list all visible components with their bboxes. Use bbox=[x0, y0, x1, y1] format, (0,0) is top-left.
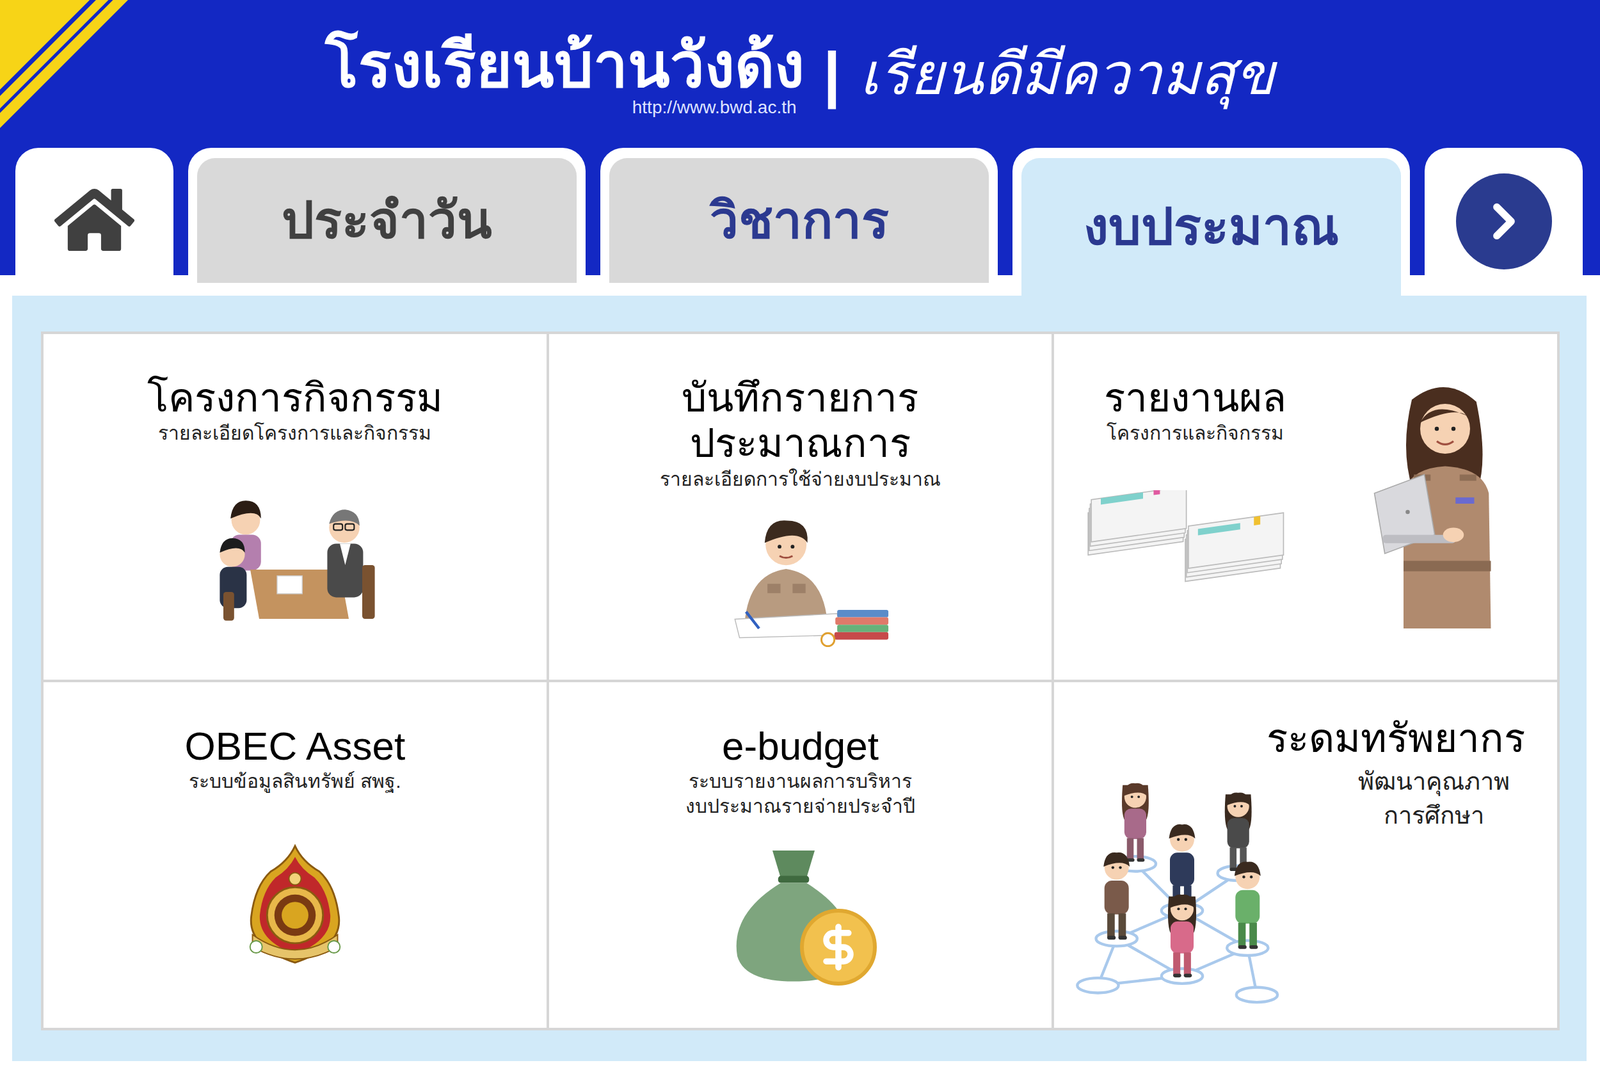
documents-icon bbox=[1079, 490, 1291, 587]
menu-card[interactable]: OBEC Assetระบบข้อมูลสินทรัพย์ สพฐ. bbox=[43, 682, 547, 1028]
separator: | bbox=[823, 43, 841, 105]
card-title: OBEC Asset bbox=[184, 723, 406, 769]
person bbox=[1224, 792, 1252, 872]
content-panel: โครงการกิจกรรมรายละเอียดโครงการและกิจกรร… bbox=[12, 295, 1587, 1062]
page: โรงเรียนบ้านวังด้งhttp://www.bwd.ac.th | เ… bbox=[0, 0, 1600, 1079]
tab[interactable]: งบประมาณ bbox=[1012, 147, 1410, 296]
officer-writing-icon bbox=[697, 509, 903, 649]
money-bag-icon bbox=[723, 843, 877, 991]
chevron-right-icon bbox=[1475, 192, 1533, 251]
slogan: เรียนดีมีความสุข bbox=[859, 45, 1275, 104]
card-title: e-budget bbox=[721, 723, 879, 769]
card-subtitle: พัฒนาคุณภาพ bbox=[1358, 764, 1510, 799]
tab-face: ประจำวัน bbox=[197, 158, 577, 283]
school-url[interactable]: http://www.bwd.ac.th bbox=[632, 98, 797, 117]
menu-card[interactable]: รายงานผลโครงการและกิจกรรม bbox=[1054, 334, 1558, 680]
card-subtitle: การศึกษา bbox=[1383, 798, 1485, 833]
tab-face: งบประมาณ bbox=[1021, 158, 1401, 296]
card-subtitle: งบประมาณรายจ่ายประจำปี bbox=[685, 793, 916, 819]
card-title: ระดมทรัพยากร bbox=[1266, 715, 1526, 761]
menu-card[interactable]: e-budgetระบบรายงานผลการบริหารงบประมาณราย… bbox=[549, 682, 1053, 1028]
home-icon bbox=[54, 179, 135, 260]
card-subtitle: รายละเอียดโครงการและกิจกรรม bbox=[158, 420, 432, 446]
card-title: รายงานผล bbox=[1104, 375, 1287, 421]
person bbox=[1169, 824, 1196, 912]
person bbox=[1234, 862, 1261, 950]
dollar-icon bbox=[814, 922, 863, 972]
card-subtitle: โครงการและกิจกรรม bbox=[1106, 420, 1284, 446]
card-grid: โครงการกิจกรรมรายละเอียดโครงการและกิจกรร… bbox=[40, 331, 1560, 1031]
menu-card[interactable]: บันทึกรายการประมาณการรายละเอียดการใช้จ่า… bbox=[549, 334, 1053, 680]
person bbox=[1168, 894, 1197, 978]
next-button[interactable] bbox=[1456, 173, 1552, 270]
menu-card[interactable]: โครงการกิจกรรมรายละเอียดโครงการและกิจกรร… bbox=[43, 334, 547, 680]
corner-stripe-icon bbox=[0, 0, 128, 128]
card-subtitle: ระบบรายงานผลการบริหาร bbox=[688, 768, 912, 794]
card-title: ประมาณการ bbox=[689, 420, 911, 466]
tab[interactable]: วิชาการ bbox=[600, 147, 998, 296]
officer-laptop-icon bbox=[1371, 378, 1519, 629]
card-title: บันทึกรายการ bbox=[681, 375, 919, 421]
header: โรงเรียนบ้านวังด้งhttp://www.bwd.ac.th | เ… bbox=[0, 0, 1600, 148]
tab[interactable]: ประจำวัน bbox=[188, 147, 586, 296]
meeting-icon bbox=[205, 484, 385, 628]
person bbox=[1104, 852, 1131, 940]
card-subtitle: ระบบข้อมูลสินทรัพย์ สพฐ. bbox=[188, 768, 402, 794]
tab-face: วิชาการ bbox=[609, 158, 989, 283]
coin bbox=[800, 908, 877, 986]
tab-label: งบประมาณ bbox=[1083, 201, 1339, 253]
obec-emblem-icon bbox=[234, 824, 356, 985]
school-title: โรงเรียนบ้านวังด้งhttp://www.bwd.ac.th bbox=[325, 31, 805, 118]
school-name: โรงเรียนบ้านวังด้ง bbox=[325, 31, 805, 100]
tab-label: ประจำวัน bbox=[281, 195, 493, 247]
card-subtitle: รายละเอียดการใช้จ่ายงบประมาณ bbox=[659, 466, 941, 492]
home-tab[interactable] bbox=[15, 147, 174, 296]
network-people-icon bbox=[1066, 760, 1298, 1005]
card-title: โครงการกิจกรรม bbox=[147, 375, 443, 421]
menu-card[interactable]: ระดมทรัพยากรพัฒนาคุณภาพการศึกษา bbox=[1054, 682, 1558, 1028]
person bbox=[1121, 783, 1149, 863]
tab-label: วิชาการ bbox=[709, 195, 889, 247]
tab-bar: ประจำวัน วิชาการ งบประมาณ bbox=[0, 147, 1600, 296]
next-tab[interactable] bbox=[1424, 147, 1583, 296]
